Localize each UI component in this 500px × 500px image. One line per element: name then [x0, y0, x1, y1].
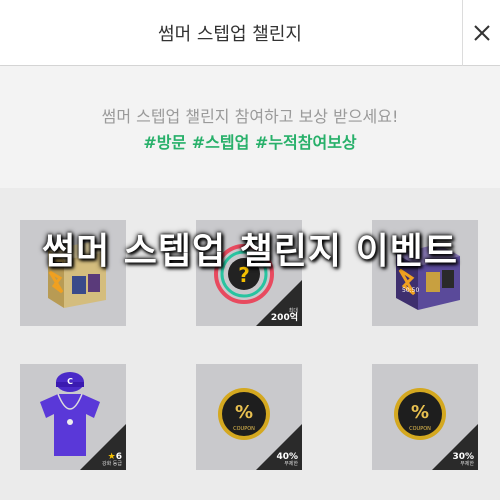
- banner-text: 썸머 스텝업 챌린지 참여하고 보상 받으세요!: [101, 107, 399, 126]
- event-banner: 썸머 스텝업 챌린지 참여하고 보상 받으세요! #방문 #스텝업 #누적참여보…: [0, 66, 500, 188]
- reward-sublabel: 강화 등급: [102, 461, 122, 467]
- svg-text:C: C: [67, 377, 73, 386]
- event-overlay-title: 썸머 스텝업 챌린지 이벤트: [42, 231, 458, 272]
- reward-coupon-30[interactable]: % COUPON 30% 무제한: [372, 364, 478, 470]
- reward-sublabel: 무제한: [284, 461, 298, 467]
- svg-text:COUPON: COUPON: [409, 426, 431, 432]
- reward-sublabel: 무제한: [460, 461, 474, 467]
- banner-tags: #방문 #스텝업 #누적참여보상: [143, 133, 357, 152]
- close-icon[interactable]: [473, 24, 491, 42]
- close-button[interactable]: [462, 0, 500, 66]
- svg-text:%: %: [411, 402, 429, 423]
- svg-text:50:50: 50:50: [402, 287, 419, 294]
- reward-label: 200억: [270, 313, 298, 323]
- svg-text:%: %: [235, 402, 253, 423]
- header: 썸머 스텝업 챌린지: [0, 0, 500, 66]
- page-title: 썸머 스텝업 챌린지: [158, 24, 302, 45]
- svg-text:COUPON: COUPON: [233, 426, 255, 432]
- reward-coupon-40[interactable]: % COUPON 40% 무제한: [196, 364, 302, 470]
- reward-team-kit[interactable]: C ★6 강화 등급: [20, 364, 126, 470]
